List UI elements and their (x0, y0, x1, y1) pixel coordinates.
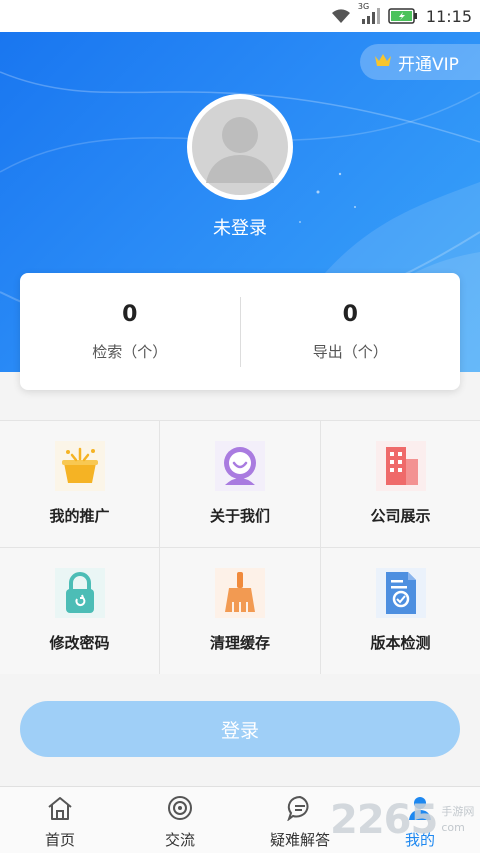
menu-label: 清理缓存 (209, 634, 270, 652)
wifi-icon (330, 8, 352, 24)
search-count-stat[interactable]: 0 检索（个） (20, 302, 240, 362)
tab-home[interactable]: 首页 (0, 787, 120, 853)
menu-item-change-password[interactable]: 修改密码 (0, 548, 160, 675)
search-count-value: 0 (122, 301, 138, 327)
search-count-label: 检索（个） (92, 342, 168, 361)
vip-label: 开通VIP (398, 54, 459, 75)
lock-icon (54, 568, 105, 618)
export-count-stat[interactable]: 0 导出（个） (241, 302, 461, 362)
watermark-text: 手游网 com (441, 804, 474, 836)
menu-label: 关于我们 (209, 507, 270, 525)
chat-bubble-icon (286, 795, 314, 825)
building-icon (375, 441, 426, 491)
broom-icon (215, 568, 265, 618)
avatar[interactable] (187, 94, 293, 200)
export-count-label: 导出（个） (312, 342, 388, 361)
menu-grid: 我的推广 关于我们 公司展示 修改密码 清理缓存 版本检测 (0, 420, 480, 675)
menu-label: 版本检测 (370, 634, 431, 652)
login-status-text[interactable]: 未登录 (0, 214, 480, 240)
menu-item-version-check[interactable]: 版本检测 (321, 548, 480, 675)
menu-item-about-us[interactable]: 关于我们 (160, 421, 321, 548)
menu-label: 公司展示 (370, 507, 431, 525)
login-button[interactable]: 登录 (20, 701, 460, 757)
watermark-number: 2265 (330, 797, 438, 843)
promotion-basket-icon (54, 441, 105, 491)
default-avatar-icon (192, 99, 288, 195)
tab-label: 交流 (164, 831, 195, 849)
menu-label: 修改密码 (49, 634, 110, 652)
crown-icon (374, 52, 392, 73)
export-count-value: 0 (342, 301, 358, 327)
tab-exchange[interactable]: 交流 (120, 787, 240, 853)
menu-label: 我的推广 (49, 507, 110, 525)
menu-item-clear-cache[interactable]: 清理缓存 (160, 548, 321, 675)
home-icon (46, 795, 74, 825)
battery-icon (388, 8, 418, 24)
open-vip-button[interactable]: 开通VIP (360, 44, 480, 80)
clock: 11:15 (425, 6, 472, 26)
status-bar: 3G 11:15 (0, 0, 480, 32)
watermark-text-bottom: com (441, 821, 465, 834)
network-type: 3G (357, 2, 370, 11)
target-icon (166, 795, 194, 825)
watermark-text-top: 手游网 (441, 805, 475, 818)
stats-card: 0 检索（个） 0 导出（个） (20, 273, 460, 390)
smiley-face-icon (215, 441, 265, 491)
menu-item-my-promotion[interactable]: 我的推广 (0, 421, 160, 548)
menu-item-company-showcase[interactable]: 公司展示 (321, 421, 480, 548)
site-watermark: 2265 手游网 com (330, 795, 480, 845)
signal-icon: 3G (358, 2, 380, 24)
tab-label: 疑难解答 (269, 831, 330, 849)
document-check-icon (375, 568, 426, 618)
tab-label: 首页 (44, 831, 75, 849)
